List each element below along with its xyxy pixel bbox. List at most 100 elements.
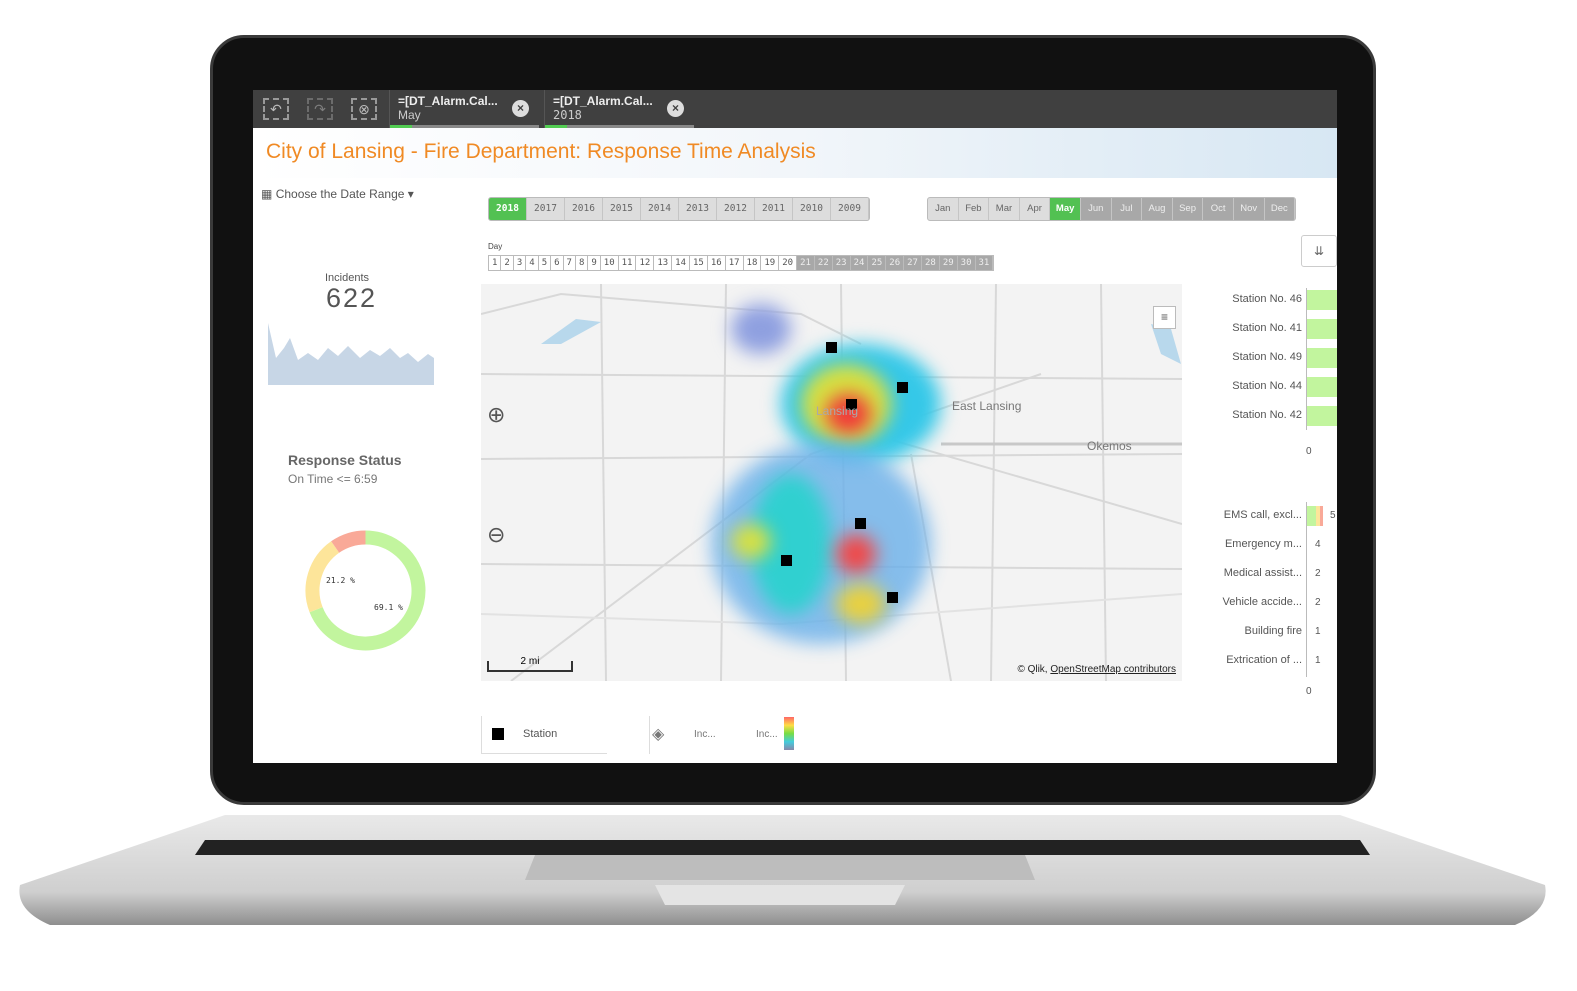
year-2015[interactable]: 2015 (603, 198, 641, 220)
type-value: 2 (1315, 568, 1321, 579)
station-marker[interactable] (855, 518, 866, 529)
station-label: Station No. 42 (1232, 409, 1302, 421)
place-label: Lansing (816, 404, 859, 418)
selection-tab-year[interactable]: =[DT_Alarm.Cal... 2018 × (544, 90, 694, 128)
day-30[interactable]: 30 (957, 256, 976, 270)
day-1[interactable]: 1 (489, 256, 502, 270)
year-2009[interactable]: 2009 (831, 198, 869, 220)
month-oct[interactable]: Oct (1203, 198, 1234, 220)
day-15[interactable]: 15 (690, 256, 708, 270)
close-icon[interactable]: × (512, 100, 529, 117)
step-forward-icon[interactable]: ↷ (307, 98, 333, 120)
day-3[interactable]: 3 (513, 256, 527, 270)
selections-toolbar: ↶ ↷ ⊗ =[DT_Alarm.Cal... May × =[DT_Alarm… (253, 90, 1337, 128)
day-17[interactable]: 17 (725, 256, 744, 270)
day-8[interactable]: 8 (575, 256, 589, 270)
day-31[interactable]: 31 (975, 256, 994, 270)
station-bar[interactable] (1307, 319, 1337, 339)
station-marker[interactable] (826, 342, 837, 353)
map-menu-icon[interactable]: ≡ (1153, 306, 1176, 329)
step-back-icon[interactable]: ↶ (263, 98, 289, 120)
day-25[interactable]: 25 (868, 256, 887, 270)
type-value: 4 (1315, 539, 1321, 550)
station-bar[interactable] (1307, 406, 1337, 426)
year-2016[interactable]: 2016 (565, 198, 603, 220)
day-9[interactable]: 9 (588, 256, 601, 270)
station-bar[interactable] (1307, 290, 1337, 310)
donut-slice[interactable] (331, 530, 366, 553)
station-bar[interactable] (1307, 377, 1337, 397)
day-6[interactable]: 6 (551, 256, 564, 270)
day-22[interactable]: 22 (814, 256, 833, 270)
day-7[interactable]: 7 (563, 256, 576, 270)
day-29[interactable]: 29 (939, 256, 958, 270)
zoom-in-icon[interactable]: ⊕ (487, 402, 505, 428)
selection-tab-month[interactable]: =[DT_Alarm.Cal... May × (389, 90, 539, 128)
day-21[interactable]: 21 (797, 256, 815, 270)
day-19[interactable]: 19 (761, 256, 780, 270)
type-value: 2 (1315, 597, 1321, 608)
station-marker[interactable] (897, 382, 908, 393)
day-23[interactable]: 23 (832, 256, 851, 270)
scale-label: 2 mi (520, 656, 540, 667)
day-2[interactable]: 2 (501, 256, 514, 270)
month-aug[interactable]: Aug (1142, 198, 1173, 220)
legend-label: Inc... (756, 729, 778, 740)
month-feb[interactable]: Feb (959, 198, 990, 220)
station-marker[interactable] (887, 592, 898, 603)
year-2012[interactable]: 2012 (717, 198, 755, 220)
month-may[interactable]: May (1050, 198, 1081, 220)
day-24[interactable]: 24 (850, 256, 869, 270)
response-status-title: Response Status (288, 452, 402, 468)
month-jun[interactable]: Jun (1080, 198, 1112, 220)
month-jul[interactable]: Jul (1111, 198, 1143, 220)
day-27[interactable]: 27 (904, 256, 922, 270)
day-5[interactable]: 5 (538, 256, 552, 270)
month-sep[interactable]: Sep (1172, 198, 1204, 220)
year-2014[interactable]: 2014 (641, 198, 679, 220)
month-apr[interactable]: Apr (1020, 198, 1051, 220)
donut-label: 21.2 % (326, 576, 355, 585)
type-label: Vehicle accide... (1222, 596, 1303, 608)
sort-button[interactable]: ⇊ (1301, 235, 1337, 267)
day-16[interactable]: 16 (707, 256, 726, 270)
osm-link[interactable]: OpenStreetMap contributors (1050, 664, 1176, 675)
month-mar[interactable]: Mar (989, 198, 1020, 220)
day-11[interactable]: 11 (618, 256, 637, 270)
station-label: Station No. 41 (1232, 322, 1302, 334)
year-2011[interactable]: 2011 (755, 198, 793, 220)
day-26[interactable]: 26 (886, 256, 905, 270)
day-20[interactable]: 20 (779, 256, 798, 270)
type-value: 1 (1315, 655, 1321, 666)
year-2017[interactable]: 2017 (527, 198, 565, 220)
response-status-donut (305, 530, 426, 651)
month-dec[interactable]: Dec (1264, 198, 1296, 220)
close-icon[interactable]: × (667, 100, 684, 117)
date-range-dropdown[interactable]: ▦ Choose the Date Range ▾ (261, 187, 414, 201)
map-scale: 2 mi (487, 657, 573, 672)
place-label: Okemos (1087, 439, 1132, 453)
zoom-out-icon[interactable]: ⊖ (487, 522, 505, 548)
type-bar[interactable] (1307, 506, 1323, 526)
station-bar[interactable] (1307, 348, 1337, 368)
heatmap-map[interactable]: Lansing East Lansing Okemos ⊕ ⊖ ≡ 2 mi ©… (481, 284, 1182, 681)
day-10[interactable]: 10 (600, 256, 619, 270)
month-filter: Jan Feb Mar Apr May Jun Jul Aug Sep Oct Nov Dec (927, 197, 1297, 221)
station-marker[interactable] (781, 555, 792, 566)
clear-selections-icon[interactable]: ⊗ (351, 98, 377, 120)
density-diamond-icon: ◈ (652, 726, 665, 743)
year-2018[interactable]: 2018 (489, 198, 527, 220)
year-2013[interactable]: 2013 (679, 198, 717, 220)
axis-zero: 0 (1306, 446, 1312, 457)
day-14[interactable]: 14 (672, 256, 691, 270)
month-jan[interactable]: Jan (928, 198, 959, 220)
day-18[interactable]: 18 (743, 256, 762, 270)
day-28[interactable]: 28 (921, 256, 940, 270)
year-2010[interactable]: 2010 (793, 198, 831, 220)
day-12[interactable]: 12 (636, 256, 655, 270)
month-nov[interactable]: Nov (1233, 198, 1265, 220)
day-4[interactable]: 4 (526, 256, 539, 270)
day-13[interactable]: 13 (654, 256, 673, 270)
type-value: 5 (1330, 510, 1336, 521)
axis-zero: 0 (1306, 686, 1312, 697)
